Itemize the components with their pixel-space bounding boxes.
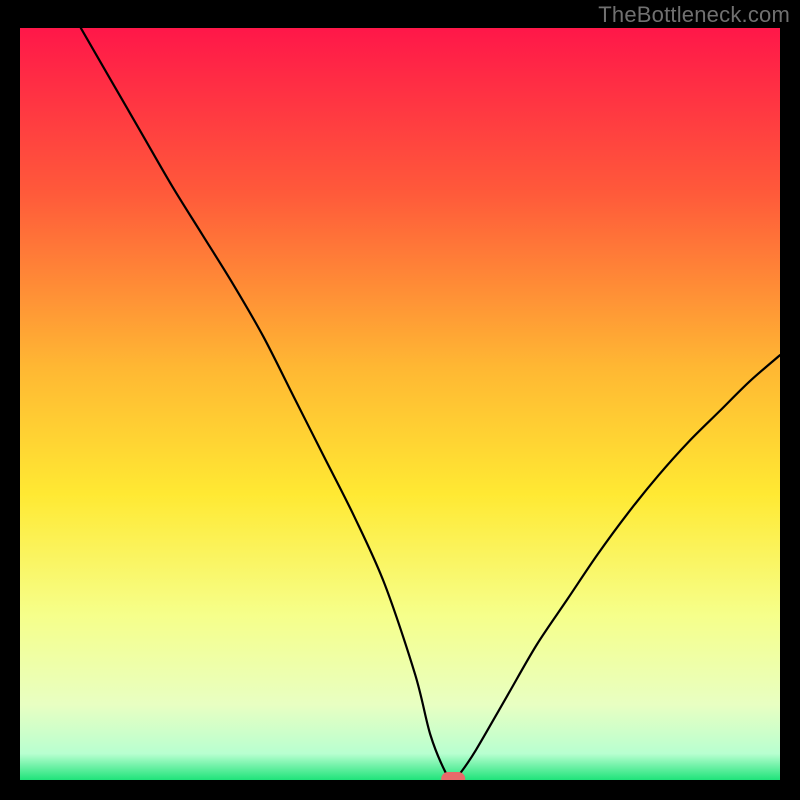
chart-frame: TheBottleneck.com bbox=[0, 0, 800, 800]
watermark-text: TheBottleneck.com bbox=[598, 2, 790, 28]
chart-plot-area bbox=[20, 28, 780, 780]
optimal-point-marker bbox=[441, 772, 465, 780]
chart-background bbox=[20, 28, 780, 780]
chart-svg bbox=[20, 28, 780, 780]
